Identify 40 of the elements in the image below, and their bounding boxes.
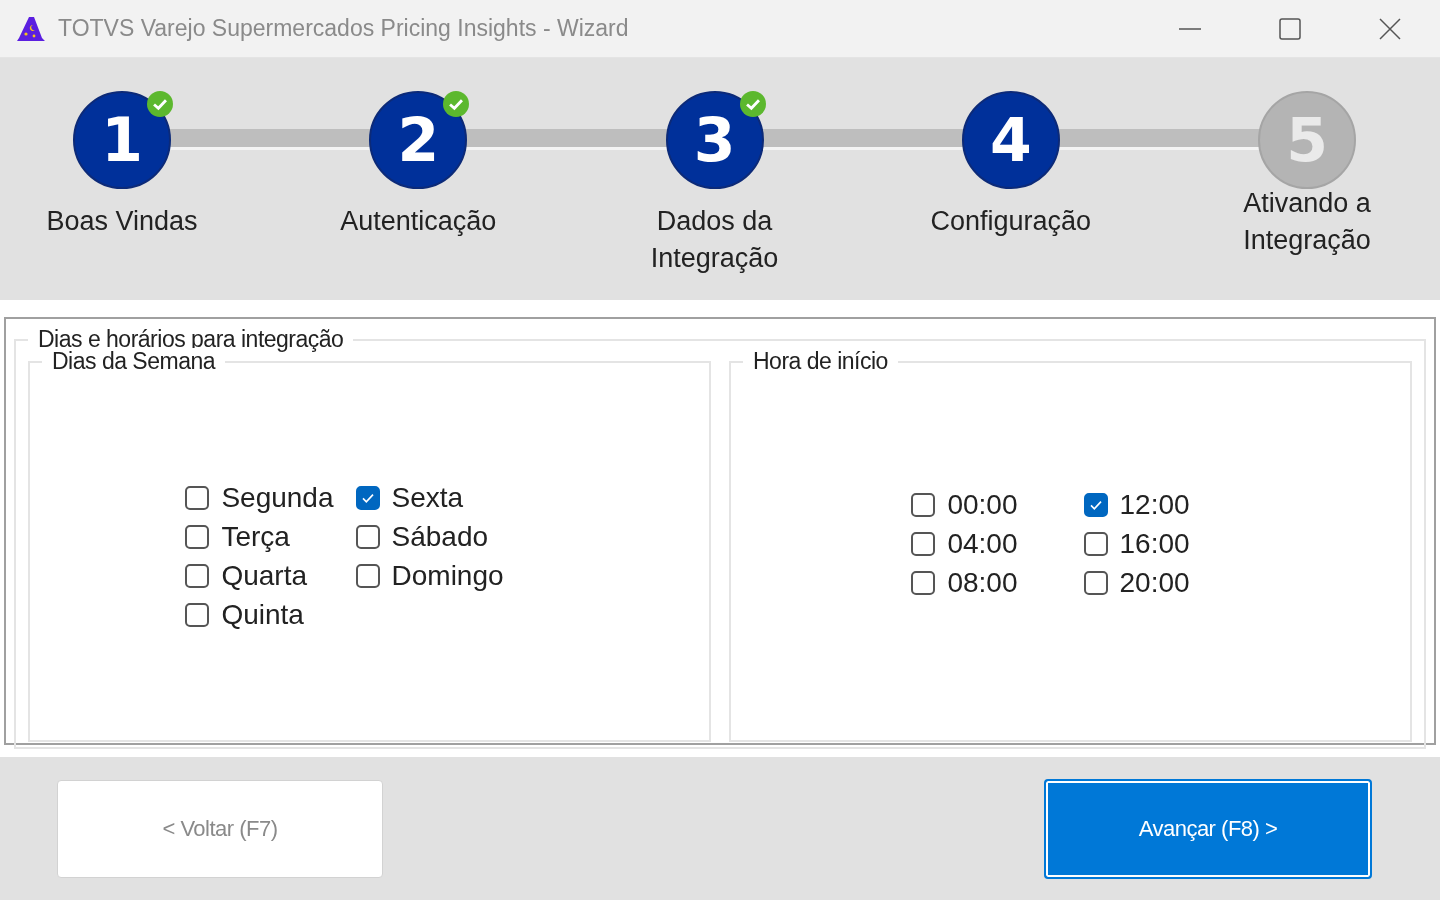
- checkbox-label[interactable]: 04:00: [947, 527, 1018, 560]
- wizard-hat-icon: [16, 15, 46, 42]
- checkbox-label[interactable]: Terça: [221, 521, 290, 553]
- checkbox[interactable]: [355, 525, 380, 549]
- step-circle: 1: [73, 91, 171, 189]
- checkbox-label[interactable]: 12:00: [1119, 488, 1190, 521]
- checkbox[interactable]: [1083, 570, 1108, 595]
- checkbox[interactable]: [185, 486, 210, 510]
- checkbox-label[interactable]: Sexta: [391, 482, 464, 514]
- checkbox-label[interactable]: 08:00: [947, 566, 1018, 599]
- next-button[interactable]: Avançar (F8) >: [1044, 778, 1372, 879]
- checkbox-label[interactable]: Quarta: [221, 560, 307, 592]
- checkbox-label[interactable]: 00:00: [947, 488, 1018, 521]
- checkbox[interactable]: [185, 525, 210, 549]
- step-label: Dados da Integração: [649, 205, 780, 275]
- checkbox[interactable]: [1083, 531, 1108, 556]
- checkbox-label[interactable]: Segunda: [221, 482, 334, 514]
- step-label: Boas Vindas: [45, 205, 199, 238]
- close-icon[interactable]: [1378, 16, 1402, 41]
- checkbox-label[interactable]: 16:00: [1119, 527, 1190, 560]
- checkbox[interactable]: [355, 564, 380, 588]
- checkbox[interactable]: [355, 486, 380, 510]
- checkbox[interactable]: [911, 531, 936, 556]
- window-title: TOTVS Varejo Supermercados Pricing Insights - Wizard: [58, 15, 629, 42]
- step-circle: 3: [665, 91, 764, 189]
- checkbox[interactable]: [185, 603, 210, 627]
- checkbox[interactable]: [1083, 492, 1108, 517]
- step-label: Autenticação: [339, 205, 498, 238]
- checkbox-label[interactable]: 20:00: [1119, 566, 1190, 599]
- step-circle: 4: [961, 91, 1060, 189]
- checkbox[interactable]: [911, 492, 936, 517]
- maximize-icon[interactable]: [1278, 16, 1302, 41]
- checkbox-label[interactable]: Quinta: [221, 599, 304, 631]
- checkbox-label[interactable]: Domingo: [391, 560, 504, 592]
- step-label: Configuração: [929, 205, 1093, 238]
- checkbox[interactable]: [911, 570, 936, 595]
- checkbox-label[interactable]: Sábado: [391, 521, 489, 553]
- step-circle: 2: [369, 91, 468, 189]
- checkbox[interactable]: [185, 564, 210, 588]
- step-label: Ativando a Integração: [1242, 187, 1372, 257]
